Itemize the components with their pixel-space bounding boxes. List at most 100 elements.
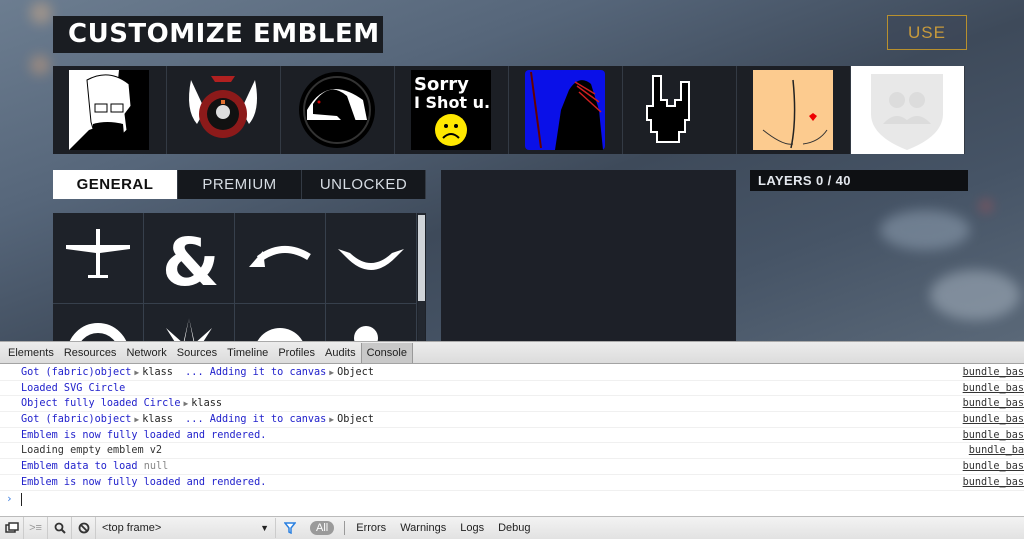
log-object[interactable]: klass [191, 398, 222, 409]
tab-premium[interactable]: PREMIUM [178, 170, 302, 199]
expand-triangle-icon[interactable]: ▶ [131, 415, 142, 424]
page-title: CUSTOMIZE EMBLEM [53, 16, 383, 53]
tab-audits[interactable]: Audits [320, 343, 361, 363]
log-message: Got (fabric)object [21, 367, 132, 378]
shape-grid-scrollbar[interactable] [418, 213, 425, 341]
emblem-slot-sorry[interactable]: Sorry I Shot u. [395, 66, 509, 154]
curved-arrow-icon [249, 246, 311, 267]
background-bokeh [30, 2, 52, 24]
console-row: Got (fabric)object ▶ klass ... Adding it t… [0, 365, 1024, 381]
console-output: Got (fabric)object ▶ klass ... Adding it t… [0, 365, 1024, 516]
tab-network[interactable]: Network [121, 343, 171, 363]
source-link[interactable]: bundle_ba [969, 443, 1024, 458]
devtools-panel: Elements Resources Network Sources Timel… [0, 341, 1024, 539]
raven-emblem-icon [299, 72, 375, 148]
background-bokeh [30, 55, 50, 75]
ampersand-icon: & [162, 224, 220, 293]
console-row: Loaded SVG Circle bundle_bas [0, 381, 1024, 397]
source-link[interactable]: bundle_bas [963, 396, 1024, 411]
shape-lifebuoy[interactable] [53, 304, 144, 341]
use-button[interactable]: USE [887, 15, 967, 50]
emblem-slot-empty[interactable] [851, 66, 965, 154]
emblem-slot-raven[interactable] [281, 66, 395, 154]
log-message: ... Adding it to canvas [172, 414, 327, 426]
shape-grid: & [53, 213, 426, 341]
text-caret [21, 492, 22, 506]
filter-icon[interactable] [276, 522, 304, 534]
frame-selector-value: <top frame> [102, 522, 162, 534]
background-bokeh [930, 270, 1020, 320]
expand-triangle-icon[interactable]: ▶ [326, 368, 337, 377]
emblem-slot-winged-skull[interactable] [167, 66, 281, 154]
source-link[interactable]: bundle_bas [963, 381, 1024, 396]
emblem-text-line2: I Shot u. [414, 93, 490, 112]
divider [344, 521, 346, 535]
shape-half-circle[interactable] [235, 304, 326, 341]
dock-toggle-icon[interactable] [0, 517, 24, 539]
emblem-editor: CUSTOMIZE EMBLEM USE Sorry I Shot u. GEN… [0, 0, 1024, 341]
starburst-icon [166, 318, 212, 341]
tab-unlocked[interactable]: UNLOCKED [302, 170, 426, 199]
log-message: Loading empty emblem v2 [21, 445, 163, 457]
svg-text:&: & [162, 224, 220, 293]
search-icon[interactable] [48, 517, 72, 539]
source-link[interactable]: bundle_bas [963, 475, 1024, 490]
shape-curved-arrow[interactable] [235, 213, 326, 304]
rock-hand-emblem-icon [646, 75, 690, 143]
tab-resources[interactable]: Resources [59, 343, 122, 363]
filter-all[interactable]: All [310, 521, 335, 535]
log-message: Emblem is now fully loaded and rendered. [21, 429, 267, 441]
expand-triangle-icon[interactable]: ▶ [326, 415, 337, 424]
log-object[interactable]: Object [337, 414, 374, 425]
tab-sources[interactable]: Sources [172, 343, 222, 363]
shape-starburst[interactable] [144, 304, 235, 341]
background-bokeh [980, 200, 992, 212]
scrollbar-thumb[interactable] [418, 215, 425, 301]
source-link[interactable]: bundle_bas [963, 412, 1024, 427]
console-row: Emblem data to load null bundle_bas [0, 459, 1024, 475]
filter-debug[interactable]: Debug [491, 522, 537, 534]
filter-logs[interactable]: Logs [453, 522, 491, 534]
emblem-strip: Sorry I Shot u. [53, 66, 967, 154]
emblem-slot-rock-hand[interactable] [623, 66, 737, 154]
emblem-slot-tribal[interactable] [509, 66, 623, 154]
filter-warnings[interactable]: Warnings [393, 522, 453, 534]
squad-placeholder-icon [871, 74, 943, 150]
console-row: Emblem is now fully loaded and rendered.… [0, 428, 1024, 444]
source-link[interactable]: bundle_bas [963, 365, 1024, 380]
airplane-icon [66, 229, 130, 278]
tab-elements[interactable]: Elements [3, 343, 59, 363]
dropdown-arrow-icon: ▼ [260, 523, 269, 533]
show-drawer-icon[interactable]: >≡ [24, 517, 48, 539]
tab-general[interactable]: GENERAL [53, 170, 178, 199]
log-object[interactable]: klass [142, 367, 173, 378]
log-message: Loaded SVG Circle [21, 382, 126, 394]
emblem-slot-heart-butt[interactable] [737, 66, 851, 154]
layers-counter: LAYERS 0 / 40 [750, 170, 968, 191]
tab-console[interactable]: Console [360, 342, 413, 363]
shape-banner[interactable] [326, 213, 417, 304]
console-row: Got (fabric)object ▶ klass ... Adding it t… [0, 412, 1024, 428]
frame-selector[interactable]: <top frame> ▼ [96, 518, 276, 538]
emblem-slot-heisenberg[interactable] [53, 66, 167, 154]
shape-ampersand[interactable]: & [144, 213, 235, 304]
expand-triangle-icon[interactable]: ▶ [131, 368, 142, 377]
expand-triangle-icon[interactable]: ▶ [180, 399, 191, 408]
source-link[interactable]: bundle_bas [963, 428, 1024, 443]
log-object[interactable]: Object [337, 367, 374, 378]
emblem-canvas[interactable] [441, 170, 736, 341]
log-message: ... Adding it to canvas [172, 367, 327, 378]
shape-dot[interactable] [326, 304, 417, 341]
tab-timeline[interactable]: Timeline [222, 343, 273, 363]
source-link[interactable]: bundle_bas [963, 459, 1024, 474]
clear-console-icon[interactable] [72, 517, 96, 539]
devtools-tabs: Elements Resources Network Sources Timel… [0, 341, 1024, 364]
log-object[interactable]: klass [142, 414, 173, 425]
tribal-warrior-emblem-icon [525, 70, 605, 150]
tab-profiles[interactable]: Profiles [273, 343, 320, 363]
filter-errors[interactable]: Errors [349, 522, 393, 534]
shape-airplane[interactable] [53, 213, 144, 304]
console-input[interactable]: › [0, 491, 1024, 509]
log-message: Emblem is now fully loaded and rendered. [21, 476, 267, 488]
log-value: null [143, 461, 169, 473]
